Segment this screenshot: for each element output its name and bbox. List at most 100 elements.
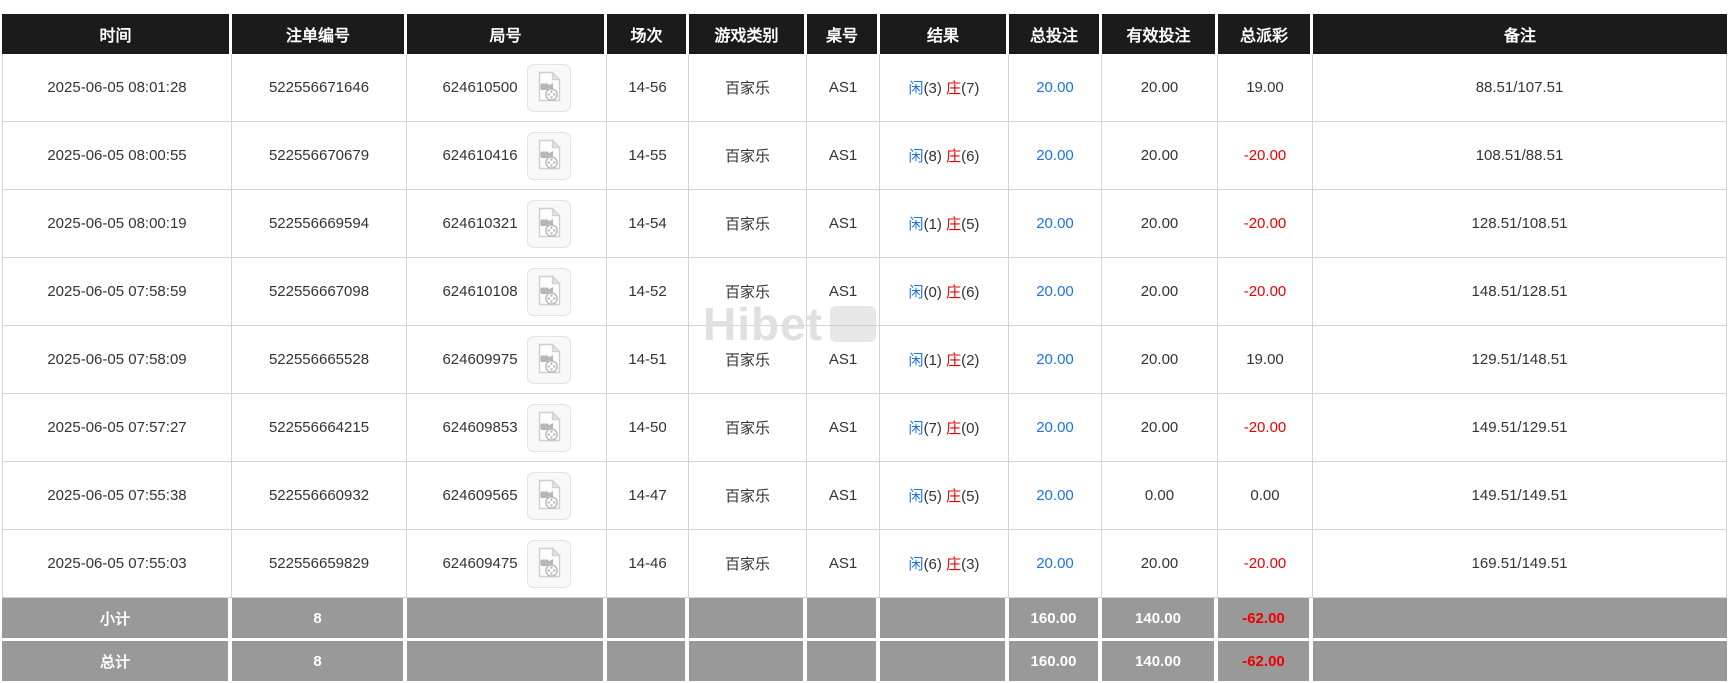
round-number: 624610416 (442, 147, 518, 164)
banker-result-score: (6) (961, 148, 980, 165)
table-number-cell: AS1 (807, 462, 880, 530)
round-number: 624610108 (442, 283, 518, 300)
session-cell: 14-54 (607, 190, 689, 258)
video-file-icon (535, 138, 562, 173)
game-type-cell: 百家乐 (689, 122, 807, 190)
table-number-cell: AS1 (807, 190, 880, 258)
subtotal-total-bet: 160.00 (1009, 598, 1102, 638)
payout-cell: 0.00 (1218, 462, 1313, 530)
empty-cell (407, 598, 607, 638)
total-valid-bet: 140.00 (1102, 638, 1218, 681)
banker-result-label: 庄 (946, 420, 962, 437)
payout-cell: 19.00 (1218, 326, 1313, 394)
player-result-label: 闲 (908, 420, 924, 437)
valid-bet-cell: 20.00 (1102, 54, 1218, 122)
empty-cell (607, 598, 689, 638)
round-number: 624610500 (442, 79, 518, 96)
total-bet-cell: 20.00 (1009, 54, 1102, 122)
payout-cell: -20.00 (1218, 190, 1313, 258)
valid-bet-cell: 0.00 (1102, 462, 1218, 530)
total-bet-cell: 20.00 (1009, 258, 1102, 326)
banker-result-label: 庄 (946, 352, 962, 369)
video-replay-button[interactable] (526, 335, 571, 384)
result-cell: 闲(3) 庄(7) (880, 54, 1009, 122)
result-cell: 闲(7) 庄(0) (880, 394, 1009, 462)
video-file-icon (535, 206, 562, 241)
bet-history-table: 时间 注单编号 局号 场次 游戏类别 桌号 结果 总投注 有效投注 总派彩 备注… (2, 14, 1727, 681)
video-file-icon (535, 70, 562, 105)
bet-number-cell: 522556671646 (232, 54, 407, 122)
video-replay-button[interactable] (526, 471, 571, 520)
player-result-score: (3) (923, 80, 942, 97)
player-result-label: 闲 (908, 556, 924, 573)
round-number: 624609565 (442, 487, 518, 504)
time-cell: 2025-06-05 07:55:03 (2, 530, 232, 598)
session-cell: 14-50 (607, 394, 689, 462)
table-number-cell: AS1 (807, 258, 880, 326)
banker-result-label: 庄 (946, 216, 962, 233)
total-bet-cell: 20.00 (1009, 462, 1102, 530)
column-header: 总投注 (1009, 14, 1102, 54)
video-replay-button[interactable] (526, 539, 571, 588)
table-row: 2025-06-05 07:55:03 522556659829 6246094… (2, 530, 1727, 598)
round-number: 624609853 (442, 419, 518, 436)
video-replay-button[interactable] (526, 131, 571, 180)
valid-bet-cell: 20.00 (1102, 326, 1218, 394)
table-row: 2025-06-05 07:55:38 522556660932 6246095… (2, 462, 1727, 530)
subtotal-count: 8 (232, 598, 407, 638)
table-row: 2025-06-05 08:00:19 522556669594 6246103… (2, 190, 1727, 258)
player-result-score: (0) (923, 284, 942, 301)
table-row: 2025-06-05 07:57:27 522556664215 6246098… (2, 394, 1727, 462)
banker-result-score: (7) (961, 80, 980, 97)
total-remark (1313, 638, 1727, 681)
payout-cell: -20.00 (1218, 530, 1313, 598)
bet-number-cell: 522556669594 (232, 190, 407, 258)
table-number-cell: AS1 (807, 394, 880, 462)
subtotal-label: 小计 (2, 598, 232, 638)
banker-result-score: (0) (961, 420, 980, 437)
valid-bet-cell: 20.00 (1102, 258, 1218, 326)
result-cell: 闲(0) 庄(6) (880, 258, 1009, 326)
subtotal-payout: -62.00 (1218, 598, 1313, 638)
video-file-icon (535, 546, 562, 581)
total-bet-cell: 20.00 (1009, 394, 1102, 462)
round-number-cell: 624610108 (407, 258, 607, 326)
subtotal-valid-bet: 140.00 (1102, 598, 1218, 638)
video-replay-button[interactable] (526, 403, 571, 452)
remark-cell: 148.51/128.51 (1313, 258, 1727, 326)
banker-result-label: 庄 (946, 488, 962, 505)
session-cell: 14-52 (607, 258, 689, 326)
valid-bet-cell: 20.00 (1102, 394, 1218, 462)
column-header: 注单编号 (232, 14, 407, 54)
column-header: 时间 (2, 14, 232, 54)
video-replay-button[interactable] (526, 199, 571, 248)
empty-cell (880, 638, 1009, 681)
table-number-cell: AS1 (807, 326, 880, 394)
bet-number-cell: 522556664215 (232, 394, 407, 462)
column-header: 桌号 (807, 14, 880, 54)
game-type-cell: 百家乐 (689, 258, 807, 326)
game-type-cell: 百家乐 (689, 190, 807, 258)
player-result-label: 闲 (908, 284, 924, 301)
empty-cell (407, 638, 607, 681)
table-body: 2025-06-05 08:01:28 522556671646 6246105… (2, 54, 1727, 598)
total-bet-cell: 20.00 (1009, 326, 1102, 394)
payout-cell: -20.00 (1218, 122, 1313, 190)
banker-result-score: (5) (961, 216, 980, 233)
result-cell: 闲(1) 庄(2) (880, 326, 1009, 394)
remark-cell: 169.51/149.51 (1313, 530, 1727, 598)
empty-cell (807, 638, 880, 681)
video-replay-button[interactable] (526, 267, 571, 316)
empty-cell (880, 598, 1009, 638)
player-result-score: (5) (923, 488, 942, 505)
player-result-score: (7) (923, 420, 942, 437)
game-type-cell: 百家乐 (689, 394, 807, 462)
session-cell: 14-51 (607, 326, 689, 394)
total-count: 8 (232, 638, 407, 681)
column-header: 总派彩 (1218, 14, 1313, 54)
banker-result-score: (3) (961, 556, 980, 573)
table-number-cell: AS1 (807, 122, 880, 190)
banker-result-label: 庄 (946, 148, 962, 165)
video-replay-button[interactable] (526, 63, 571, 112)
valid-bet-cell: 20.00 (1102, 530, 1218, 598)
